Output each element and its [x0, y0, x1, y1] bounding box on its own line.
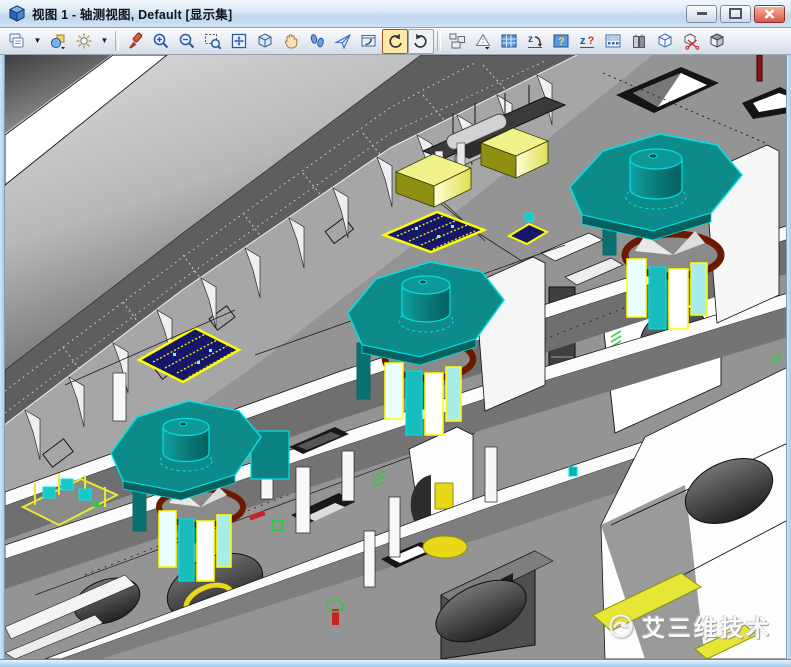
window-frame-right [787, 55, 791, 659]
toolbar-separator [115, 31, 119, 51]
toolbar-separator [437, 31, 441, 51]
toolbar-button-z-down[interactable]: z [522, 29, 548, 54]
close-button[interactable] [754, 5, 785, 23]
toolbar-button-fly[interactable] [330, 29, 356, 54]
toolbar-button-render-style[interactable] [45, 29, 71, 54]
svg-text:z: z [528, 34, 533, 45]
toolbar-button-walk[interactable] [304, 29, 330, 54]
toolbar-dropdown-viewport-layout[interactable]: ▼ [30, 29, 45, 54]
toolbar-button-lighting[interactable] [71, 29, 97, 54]
toolbar-button-cube-outline[interactable] [652, 29, 678, 54]
toolbar-button-grid-window[interactable] [496, 29, 522, 54]
close-icon [764, 9, 775, 19]
toolbar-button-paint-render[interactable] [122, 29, 148, 54]
toolbar-button-multi-select[interactable] [444, 29, 470, 54]
restore-icon [729, 8, 742, 19]
viewport-3d[interactable]: 艾三维技术 [4, 55, 787, 659]
watermark-text: 艾三维技术 [642, 609, 772, 643]
titlebar[interactable]: 视图 1 - 轴测视图, Default [显示集] [0, 0, 791, 28]
toolbar-button-section-cut[interactable] [678, 29, 704, 54]
restore-button[interactable] [720, 5, 751, 23]
window-frame-bottom [0, 659, 791, 667]
toolbar: ▼ ▼ [0, 28, 791, 55]
window-title: 视图 1 - 轴测视图, Default [显示集] [32, 4, 232, 23]
toolbar-button-view-window[interactable] [356, 29, 382, 54]
svg-text:?: ? [558, 36, 565, 48]
app-cube-icon [8, 5, 26, 23]
minimize-icon [697, 12, 707, 15]
toolbar-button-battery-pair[interactable] [626, 29, 652, 54]
signal-pole [757, 55, 762, 81]
toolbar-button-prism-view[interactable] [470, 29, 496, 54]
svg-text:z: z [580, 35, 586, 47]
toolbar-button-view-help[interactable]: ? [548, 29, 574, 54]
window-frame-left [0, 55, 4, 659]
toolbar-button-turntable[interactable] [408, 29, 434, 54]
chevron-down-icon: ▼ [101, 37, 109, 45]
chevron-down-icon: ▼ [34, 37, 42, 45]
watermark: 艾三维技术 [608, 609, 772, 643]
toolbar-button-zoom-in[interactable] [148, 29, 174, 54]
toolbar-button-shaded-cube[interactable] [704, 29, 730, 54]
toolbar-button-orbit[interactable] [382, 29, 408, 54]
scene-canvas[interactable] [5, 55, 787, 659]
svg-text:?: ? [588, 35, 595, 47]
app-window: 视图 1 - 轴测视图, Default [显示集] ▼ ▼ [0, 0, 791, 667]
toolbar-button-zoom-fit[interactable] [226, 29, 252, 54]
toolbar-button-zoom-out[interactable] [174, 29, 200, 54]
watermark-logo-icon [608, 613, 634, 639]
toolbar-button-pan-hand[interactable] [278, 29, 304, 54]
toolbar-button-view-cube[interactable] [252, 29, 278, 54]
toolbar-button-zoom-window[interactable] [200, 29, 226, 54]
toolbar-dropdown-lighting[interactable]: ▼ [97, 29, 112, 54]
minimize-button[interactable] [686, 5, 717, 23]
toolbar-button-viewport-layout[interactable] [4, 29, 30, 54]
window-controls [686, 5, 785, 23]
toolbar-button-calc-window[interactable] [600, 29, 626, 54]
toolbar-button-z-query[interactable]: z? [574, 29, 600, 54]
